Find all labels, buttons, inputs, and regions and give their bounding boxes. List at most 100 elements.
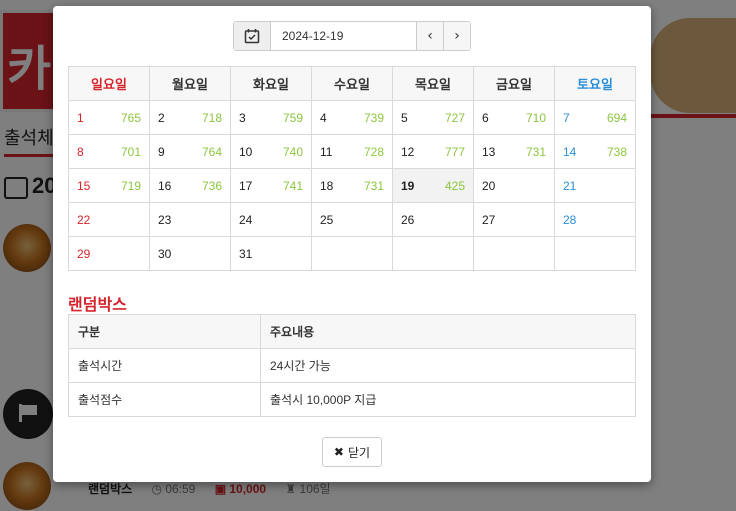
day-number: 3: [239, 110, 246, 125]
weekday-friday: 금요일: [473, 66, 555, 101]
weekday-thursday: 목요일: [392, 66, 474, 101]
section-title: 랜덤박스: [68, 295, 127, 314]
day-score: 694: [606, 110, 627, 125]
calendar-picker-button[interactable]: [234, 22, 271, 50]
day-number: 29: [77, 246, 91, 261]
calendar-day-cell[interactable]: 10 740: [230, 134, 312, 169]
info-row: 출석시간 24시간 가능: [68, 348, 636, 383]
day-number: 17: [239, 178, 253, 193]
calendar-day-cell[interactable]: 22: [68, 202, 150, 237]
calendar-day-cell[interactable]: 11 728: [311, 134, 393, 169]
info-header-category: 구분: [68, 314, 261, 349]
day-number: 5: [401, 110, 408, 125]
weekday-saturday: 토요일: [554, 66, 636, 101]
day-number: 30: [158, 246, 172, 261]
calendar-day-cell[interactable]: 29: [68, 236, 150, 271]
day-number: 12: [401, 144, 415, 159]
close-icon: ✖: [333, 445, 344, 459]
day-number: 2: [158, 110, 165, 125]
calendar-day-cell[interactable]: 21: [554, 168, 636, 203]
calendar-day-cell[interactable]: 16 736: [149, 168, 231, 203]
calendar-day-cell[interactable]: 1 765: [68, 100, 150, 135]
calendar-day-cell[interactable]: 2 718: [149, 100, 231, 135]
info-category: 출석점수: [68, 382, 261, 417]
calendar-day-cell[interactable]: 24: [230, 202, 312, 237]
date-picker: 2024-12-19 ‹ ›: [233, 21, 471, 51]
info-content: 24시간 가능: [260, 348, 636, 383]
day-score: 741: [282, 178, 303, 193]
day-score: 740: [282, 144, 303, 159]
day-number: 4: [320, 110, 327, 125]
day-score: 727: [444, 110, 465, 125]
day-number: 23: [158, 212, 172, 227]
calendar-day-cell[interactable]: 9 764: [149, 134, 231, 169]
calendar-day-cell[interactable]: 27: [473, 202, 555, 237]
day-number: 26: [401, 212, 415, 227]
calendar-day-cell[interactable]: 25: [311, 202, 393, 237]
day-number: 18: [320, 178, 334, 193]
info-category: 출석시간: [68, 348, 261, 383]
day-number: 10: [239, 144, 253, 159]
weekday-sunday: 일요일: [68, 66, 150, 101]
weekday-tuesday: 화요일: [230, 66, 312, 101]
calendar-check-icon: [244, 29, 260, 44]
calendar-day-cell[interactable]: 31: [230, 236, 312, 271]
calendar-day-cell[interactable]: 19 425: [392, 168, 474, 203]
calendar-day-cell[interactable]: 30: [149, 236, 231, 271]
day-number: 15: [77, 178, 91, 193]
day-number: 24: [239, 212, 253, 227]
calendar-day-cell[interactable]: 23: [149, 202, 231, 237]
prev-month-button[interactable]: ‹: [416, 22, 443, 50]
calendar-day-cell[interactable]: 3 759: [230, 100, 312, 135]
calendar-week-row: 22 23 24 25 26 27 28: [68, 202, 636, 237]
day-number: 31: [239, 246, 253, 261]
calendar-empty-cell: [554, 236, 636, 271]
calendar-day-cell[interactable]: 6 710: [473, 100, 555, 135]
calendar-day-cell[interactable]: 26: [392, 202, 474, 237]
weekday-monday: 월요일: [149, 66, 231, 101]
calendar-day-cell[interactable]: 4 739: [311, 100, 393, 135]
day-number: 13: [482, 144, 496, 159]
day-number: 14: [563, 144, 577, 159]
calendar-day-cell[interactable]: 28: [554, 202, 636, 237]
date-input[interactable]: 2024-12-19: [271, 22, 416, 50]
day-score: 701: [120, 144, 141, 159]
calendar-empty-cell: [392, 236, 474, 271]
calendar-day-cell[interactable]: 7 694: [554, 100, 636, 135]
info-table: 구분 주요내용 출석시간 24시간 가능 출석점수 출석시 10,000P 지급: [68, 314, 636, 417]
weekday-header-row: 일요일 월요일 화요일 수요일 목요일 금요일 토요일: [68, 66, 636, 101]
calendar-day-cell[interactable]: 12 777: [392, 134, 474, 169]
day-score: 731: [363, 178, 384, 193]
calendar-week-row: 1 765 2 718 3 759 4 739 5 727 6 710 7 694: [68, 100, 636, 135]
day-score: 759: [282, 110, 303, 125]
day-number: 19: [401, 178, 415, 193]
day-number: 1: [77, 110, 84, 125]
calendar-empty-cell: [473, 236, 555, 271]
day-number: 16: [158, 178, 172, 193]
day-number: 11: [320, 144, 333, 159]
info-content: 출석시 10,000P 지급: [260, 382, 636, 417]
day-score: 710: [525, 110, 546, 125]
day-number: 7: [563, 110, 570, 125]
calendar-day-cell[interactable]: 13 731: [473, 134, 555, 169]
day-score: 731: [525, 144, 546, 159]
day-score: 728: [363, 144, 384, 159]
calendar-day-cell[interactable]: 14 738: [554, 134, 636, 169]
day-score: 738: [606, 144, 627, 159]
calendar-day-cell[interactable]: 8 701: [68, 134, 150, 169]
calendar-week-row: 15 719 16 736 17 741 18 731 19 425 20 21: [68, 168, 636, 203]
calendar-day-cell[interactable]: 15 719: [68, 168, 150, 203]
next-month-button[interactable]: ›: [443, 22, 470, 50]
calendar-empty-cell: [311, 236, 393, 271]
calendar-day-cell[interactable]: 20: [473, 168, 555, 203]
close-button[interactable]: ✖ 닫기: [322, 437, 382, 467]
day-number: 21: [563, 178, 577, 193]
calendar-day-cell[interactable]: 18 731: [311, 168, 393, 203]
info-row: 출석점수 출석시 10,000P 지급: [68, 382, 636, 417]
calendar-day-cell[interactable]: 17 741: [230, 168, 312, 203]
info-header-row: 구분 주요내용: [68, 314, 636, 349]
calendar-week-row: 29 30 31: [68, 236, 636, 271]
close-button-label: 닫기: [347, 445, 371, 460]
calendar-day-cell[interactable]: 5 727: [392, 100, 474, 135]
day-number: 27: [482, 212, 496, 227]
